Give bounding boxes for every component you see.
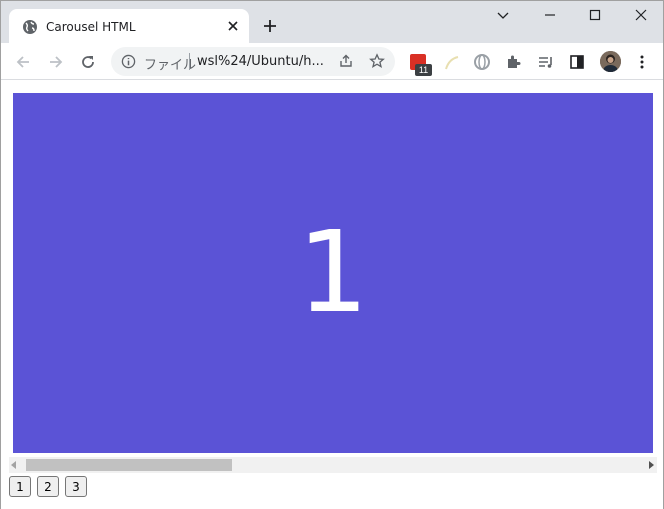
forward-arrow-icon[interactable] [47, 53, 65, 71]
profile-photo-icon [600, 51, 621, 72]
reload-icon[interactable] [79, 53, 97, 71]
more-vert-icon[interactable] [633, 53, 651, 71]
side-panel-icon[interactable] [568, 53, 586, 71]
globe-icon [23, 20, 37, 34]
address-bar[interactable]: ファイル wsl%24/Ubuntu/h... [111, 47, 395, 76]
puzzle-piece-icon[interactable] [505, 53, 523, 71]
circle-extension-icon[interactable] [473, 53, 491, 71]
tab-title: Carousel HTML [46, 20, 136, 34]
new-tab-icon[interactable] [262, 18, 278, 34]
page-2-button[interactable]: 2 [37, 476, 59, 497]
info-icon[interactable] [121, 54, 136, 69]
calendar-extension-badge: 11 [415, 64, 432, 76]
browser-window: Carousel HTML ファイル wsl%24/Ubuntu/h... 11… [0, 0, 664, 509]
page-1-button[interactable]: 1 [9, 476, 31, 497]
browser-toolbar: ファイル wsl%24/Ubuntu/h... 11 [1, 43, 663, 80]
maximize-icon[interactable] [587, 7, 603, 23]
carousel-pager: 1 2 3 [9, 476, 87, 498]
url-text[interactable]: wsl%24/Ubuntu/h... [197, 54, 324, 69]
window-close-icon[interactable] [633, 7, 649, 23]
omnibox-divider [189, 53, 190, 70]
share-icon[interactable] [338, 53, 354, 69]
scroll-right-arrow-icon[interactable] [649, 461, 654, 469]
back-arrow-icon[interactable] [14, 53, 32, 71]
chevron-down-icon[interactable] [495, 7, 511, 23]
slide-number: 1 [297, 208, 369, 338]
scrollbar-thumb[interactable] [26, 459, 232, 471]
tab-carousel[interactable]: Carousel HTML [9, 9, 249, 43]
scroll-left-arrow-icon[interactable] [11, 461, 16, 469]
horizontal-scrollbar[interactable] [9, 457, 657, 473]
tab-strip: Carousel HTML [1, 1, 663, 43]
media-queue-icon[interactable] [537, 53, 555, 71]
page-content: 1 1 2 3 [1, 81, 663, 509]
minimize-icon[interactable] [542, 7, 558, 23]
bookmark-star-icon[interactable] [369, 53, 385, 69]
leaf-extension-icon[interactable] [443, 54, 461, 72]
close-icon[interactable] [225, 18, 241, 34]
page-3-button[interactable]: 3 [65, 476, 87, 497]
avatar[interactable] [600, 51, 621, 72]
carousel-slide: 1 [13, 93, 653, 453]
